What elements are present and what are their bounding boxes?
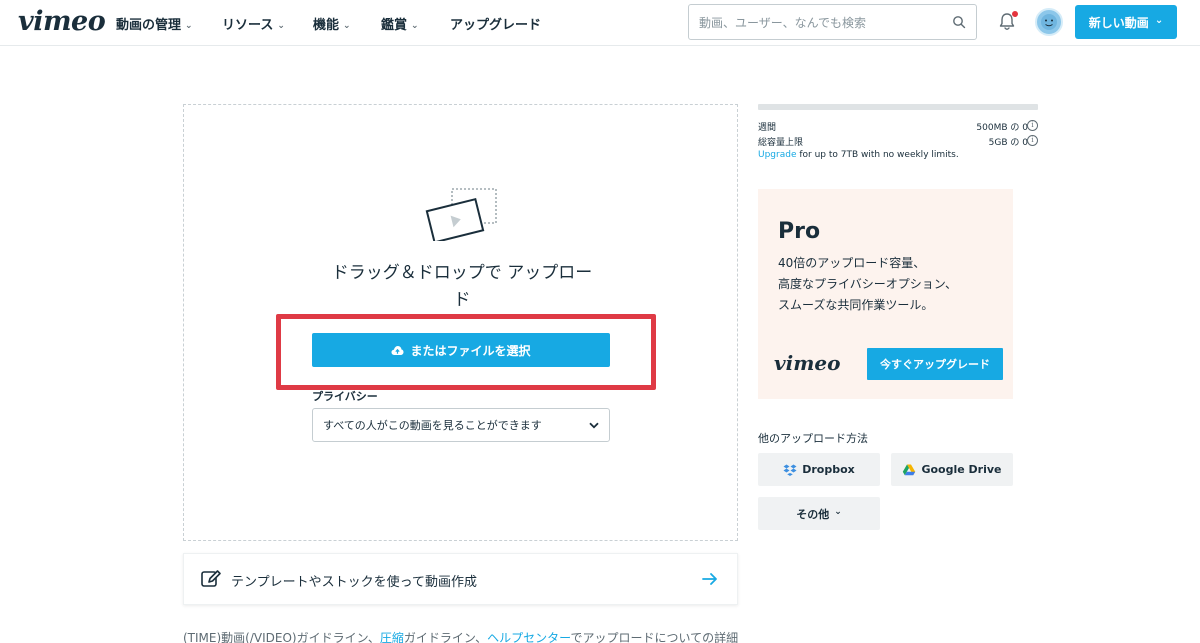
chevron-down-icon	[589, 422, 599, 428]
nav-resources-label: リソース	[222, 18, 274, 33]
upgrade-note: Upgrade for up to 7TB with no weekly lim…	[758, 150, 959, 160]
dropbox-icon	[783, 464, 797, 476]
pro-title: Pro	[778, 219, 821, 244]
avatar[interactable]	[1035, 8, 1063, 36]
compression-link[interactable]: 圧縮	[380, 631, 404, 643]
new-video-button[interactable]: 新しい動画 ⌄	[1075, 5, 1177, 39]
search-icon[interactable]	[952, 15, 966, 29]
nav-manage-videos-label: 動画の管理	[116, 18, 182, 33]
avatar-face-icon	[1041, 14, 1057, 30]
more-label: その他	[796, 507, 830, 521]
chevron-down-icon: ⌄	[343, 21, 351, 31]
chevron-down-icon: ⌄	[185, 21, 193, 31]
create-from-template-row[interactable]: テンプレートやストックを使って動画作成	[183, 553, 738, 605]
choose-file-label: またはファイルを選択	[410, 343, 531, 358]
quota-progress-bar	[758, 104, 1038, 110]
help-center-link[interactable]: ヘルプセンター	[487, 631, 570, 643]
top-header: vimeo 動画の管理⌄ リソース⌄ 機能⌄ 鑑賞⌄ アップグレード 新しい動画	[0, 0, 1200, 46]
weekly-quota-label: 週間	[758, 123, 777, 133]
chevron-down-icon: ⌄	[1154, 14, 1164, 26]
total-quota-label: 総容量上限	[758, 138, 804, 148]
new-video-label: 新しい動画	[1088, 15, 1149, 30]
pro-description: 40倍のアップロード容量、 高度なプライバシーオプション、 スムーズな共同作業ツ…	[778, 253, 957, 316]
nav-features-label: 機能	[313, 18, 340, 33]
pro-desc-line: 40倍のアップロード容量、	[778, 256, 926, 270]
video-upload-icon	[425, 188, 497, 241]
choose-file-button[interactable]: またはファイルを選択	[312, 333, 610, 367]
nav-manage-videos[interactable]: 動画の管理 ⌄	[116, 14, 193, 33]
chevron-down-icon: ⌄	[277, 21, 285, 31]
other-upload-methods-title: 他のアップロード方法	[758, 432, 868, 445]
nav-features[interactable]: 機能 ⌄	[313, 14, 351, 33]
google-drive-button[interactable]: Google Drive	[891, 453, 1013, 486]
chevron-down-icon: ⌄	[834, 506, 842, 517]
drag-drop-title: ドラッグ＆ドロップで アップロード	[331, 263, 593, 310]
upgrade-now-button[interactable]: 今すぐアップグレード	[867, 348, 1003, 380]
nav-upgrade[interactable]: アップグレード	[450, 14, 541, 33]
vimeo-pro-logo: vimeo	[774, 351, 841, 375]
search-box[interactable]	[688, 4, 977, 40]
search-input[interactable]	[699, 13, 949, 33]
pro-desc-line: スムーズな共同作業ツール。	[778, 298, 934, 312]
privacy-selected-value: すべての人がこの動画を見ることができます	[323, 419, 542, 432]
footer-prefix: (TIME)動画(/VIDEO)ガイドライン、	[183, 631, 380, 643]
upload-dropzone[interactable]: ドラッグ＆ドロップで アップロード またはファイルを選択 プライバシー すべての…	[183, 104, 738, 541]
info-icon[interactable]: i	[1027, 135, 1038, 146]
google-drive-label: Google Drive	[921, 463, 1002, 476]
weekly-quota-value: 500MB の 0	[976, 123, 1028, 133]
privacy-label: プライバシー	[312, 390, 378, 403]
google-drive-icon	[903, 464, 916, 475]
pro-desc-line: 高度なプライバシーオプション、	[778, 277, 958, 291]
pro-upgrade-card: Pro 40倍のアップロード容量、 高度なプライバシーオプション、 スムーズな共…	[758, 189, 1013, 399]
nav-watch-label: 鑑賞	[381, 18, 408, 33]
footer-suffix: でアップロードについての詳細	[570, 631, 739, 643]
more-upload-options-button[interactable]: その他 ⌄	[758, 497, 880, 530]
upload-guidelines-text: (TIME)動画(/VIDEO)ガイドライン、圧縮ガイドライン、ヘルプセンターで…	[183, 629, 743, 643]
template-edit-icon	[201, 570, 221, 587]
cloud-upload-icon	[391, 345, 404, 355]
total-quota-value: 5GB の 0	[988, 138, 1028, 148]
chevron-down-icon: ⌄	[411, 21, 419, 31]
vimeo-logo[interactable]: vimeo	[18, 6, 106, 37]
nav-resources[interactable]: リソース ⌄	[222, 14, 285, 33]
upgrade-note-text: for up to 7TB with no weekly limits.	[796, 150, 959, 160]
privacy-select[interactable]: すべての人がこの動画を見ることができます	[312, 408, 610, 442]
dropbox-label: Dropbox	[802, 463, 855, 476]
info-icon[interactable]: i	[1027, 120, 1038, 131]
template-label: テンプレートやストックを使って動画作成	[231, 575, 477, 590]
dropbox-button[interactable]: Dropbox	[758, 453, 880, 486]
nav-watch[interactable]: 鑑賞 ⌄	[381, 14, 419, 33]
nav-upgrade-label: アップグレード	[450, 18, 542, 33]
arrow-right-icon[interactable]	[701, 570, 719, 588]
notification-dot	[1012, 11, 1018, 17]
upgrade-link[interactable]: Upgrade	[758, 150, 796, 160]
footer-middle: ガイドライン、	[403, 631, 488, 643]
